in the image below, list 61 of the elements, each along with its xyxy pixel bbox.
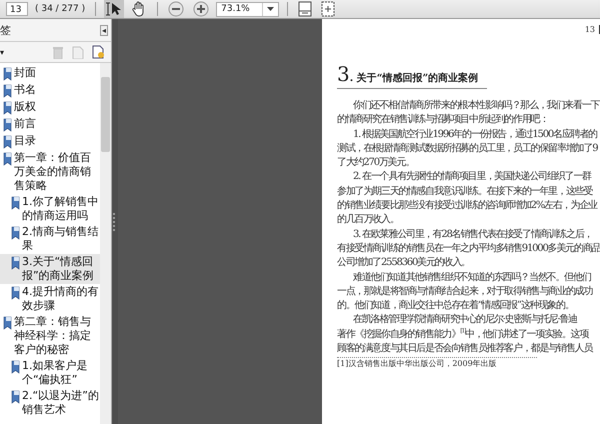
body-text-line: 2. 在一个具有先驱性的情商项目里，美国快递公司组织了一群 <box>352 170 592 184</box>
page-number: 13 <box>584 25 600 34</box>
body-text-line: 参加了为期三天的情感自我意识训练。在接下来的一年里，这些受 <box>337 184 594 199</box>
zoom-dropdown[interactable]: 73.1% <box>216 2 279 16</box>
bookmark-icon <box>11 286 20 300</box>
body-text-line: 1. 根据美国航空行业1996年的一份报告，通过1500名应聘者的 <box>352 128 598 142</box>
options-menu-button[interactable]: ▾ <box>0 48 4 56</box>
bookmark-icon <box>11 226 20 240</box>
zoom-out-icon[interactable] <box>166 0 186 18</box>
body-text-line: 有接受情商训练的销售员在一年之内平均多销售91000多美元的商品 <box>337 242 600 256</box>
bookmark-icon <box>11 196 20 210</box>
body-text-line: 了大约270万美元。 <box>337 156 416 170</box>
body-text-line: 的。他们知道，商业交往中总存在着“情感回报”这种现象的。 <box>337 299 575 314</box>
bookmark-item[interactable]: 第二章：销售与神经科学：搞定客户的秘密 <box>0 314 100 358</box>
new-bookmark-icon[interactable] <box>92 45 105 59</box>
bookmark-icon <box>3 67 12 81</box>
footnote: [1]汉含销售出版中华出版公司，2009年出版 <box>337 358 498 370</box>
bookmark-icon <box>3 101 12 115</box>
bookmark-item[interactable]: 版权 <box>0 99 100 116</box>
scrollbar[interactable] <box>100 63 111 424</box>
panel-title: 签 <box>0 22 11 38</box>
bookmark-icon <box>11 256 20 270</box>
page-count: ( 34 / 277 ) <box>34 4 86 14</box>
bookmark-item[interactable]: 1.如果客户是个“偏执狂” <box>0 358 100 388</box>
body-text-line: 在凯洛格管理学院情商研究中心的尼尔·史密斯与托尼·鲁迪 <box>352 313 578 328</box>
bookmark-item[interactable]: 书名 <box>0 82 100 99</box>
zoom-in-icon[interactable] <box>191 0 212 18</box>
bookmark-icon <box>3 152 12 166</box>
bookmark-icon <box>11 390 20 404</box>
body-text-line: 的情商研究在销售训练与招募项目中所起到的作用吧： <box>337 113 550 128</box>
fit-width-icon[interactable] <box>318 0 337 18</box>
body-text-line: 公司增加了2558360美元的收入。 <box>337 256 471 270</box>
bookmark-item[interactable]: 第一章：价值百万美金的情商销售策略 <box>0 150 100 194</box>
bookmark-icon <box>3 316 12 330</box>
scrollbar-thumb[interactable] <box>101 77 110 152</box>
bookmark-item[interactable]: 封面 <box>0 65 100 82</box>
body-text-line: 著作《挖掘你自身的销售能力》$^{[1]}$中，他们讲述了一项实验。这项 <box>337 328 590 342</box>
page-number-field[interactable]: 13 <box>6 2 28 16</box>
bookmark-item[interactable]: 目录 <box>0 133 100 150</box>
bookmark-item[interactable]: 1.你了解销售中的情商运用吗 <box>0 194 100 224</box>
body-text-line: 顾客的满意度与其日后是否会向销售员推荐客户，都是与销售人员 <box>337 342 594 356</box>
select-tool-icon[interactable] <box>104 0 124 18</box>
fit-page-icon[interactable] <box>296 0 314 18</box>
section-heading: 3. 关于“情感回报”的商业案例 <box>337 62 487 89</box>
bookmark-icon <box>11 360 20 374</box>
bookmark-item[interactable]: 2.“以退为进”的销售艺术 <box>0 388 100 418</box>
bookmark-icon <box>3 135 12 149</box>
body-text-line: 的销售业绩要比那些没有接受过训练的咨询师增加2%左右，为企业 <box>337 199 598 214</box>
bookmark-icon <box>3 118 12 132</box>
body-text-line: 3. 在欧莱雅公司里，有28名销售代表在接受了情商训练之后， <box>352 228 594 242</box>
bookmark-item[interactable]: 3.关于“情感回报”的商业案例 <box>0 254 100 284</box>
collapse-button[interactable]: ◂ <box>100 24 108 36</box>
bookmark-item[interactable]: 前言 <box>0 116 100 133</box>
bookmark-item[interactable]: 4.提升情商的有效步骤 <box>0 284 100 314</box>
body-text-line: 测试，在根据情商测试数据所招募的员工里，员工的保留率增加了9 <box>337 142 599 156</box>
bookmark-icon <box>3 84 12 98</box>
body-text-line: 的几百万收入。 <box>337 213 400 228</box>
body-text-line: 你们还不相信情商所带来的根本性影响吗？那么，我们来看一下 <box>352 99 600 113</box>
bookmark-item[interactable]: 2.情商与销售结果 <box>0 224 100 254</box>
body-text-line: 一点，那就是将智商与情商结合起来，对于取得销售与商业的成功 <box>337 284 594 299</box>
body-text-line: 难道他们知道其他销售组织不知道的东西吗？当然不。但他们 <box>352 270 592 285</box>
